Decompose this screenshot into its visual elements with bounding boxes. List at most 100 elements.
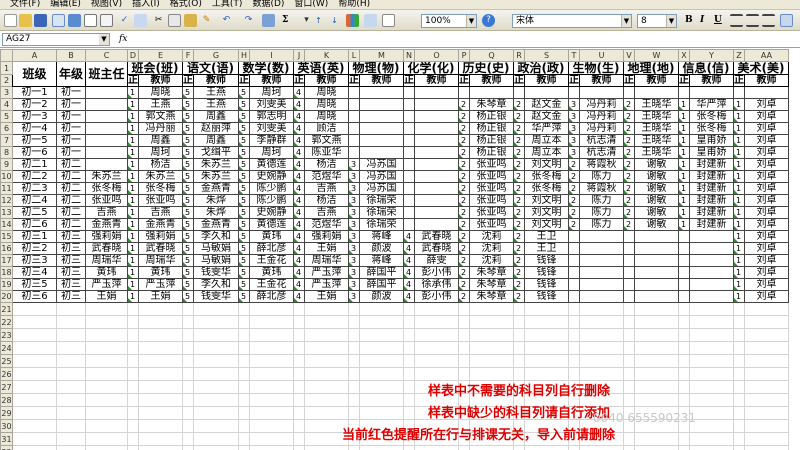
subject-header[interactable]: 历史(史): [458, 61, 514, 75]
sheet-cell[interactable]: 王卫: [524, 230, 569, 243]
sheet-cell[interactable]: 5: [238, 206, 250, 219]
sheet-cell[interactable]: [249, 419, 294, 433]
sheet-cell[interactable]: [689, 419, 734, 433]
sheet-cell[interactable]: [56, 419, 86, 433]
sheet-cell[interactable]: 刘卓: [744, 122, 789, 135]
menu-item[interactable]: 数据(D): [252, 0, 284, 9]
sheet-cell[interactable]: 1: [733, 254, 745, 267]
sheet-cell[interactable]: 范煜华: [304, 218, 349, 231]
sheet-cell[interactable]: 薛国平: [359, 278, 404, 291]
sheet-cell[interactable]: 3: [348, 170, 360, 183]
sheet-cell[interactable]: 封建新: [689, 158, 734, 171]
sheet-cell[interactable]: [623, 86, 635, 99]
sheet-cell[interactable]: 严玉萍: [304, 266, 349, 279]
sheet-cell[interactable]: 刘文明: [524, 218, 569, 231]
sheet-cell[interactable]: 封建新: [689, 194, 734, 207]
sheet-cell[interactable]: 初二2: [12, 170, 57, 183]
sheet-cell[interactable]: 周立本: [524, 134, 569, 147]
sheet-cell[interactable]: 陈少鹏: [249, 182, 294, 195]
sheet-cell[interactable]: 初二: [56, 194, 86, 207]
sheet-cell[interactable]: [469, 302, 514, 316]
sheet-cell[interactable]: [56, 302, 86, 316]
sheet-cell[interactable]: 刘卓: [744, 230, 789, 243]
sheet-cell[interactable]: [359, 328, 404, 342]
sheet-cell[interactable]: 周晓: [304, 86, 349, 99]
sheet-cell[interactable]: 初三: [56, 266, 86, 279]
sheet-cell[interactable]: [249, 328, 294, 342]
sheet-cell[interactable]: [127, 393, 139, 407]
sheet-cell[interactable]: [579, 419, 624, 433]
sheet-cell[interactable]: 朱苏兰: [85, 170, 128, 183]
column-header[interactable]: Y: [689, 49, 734, 62]
sheet-cell[interactable]: [458, 380, 470, 394]
sheet-cell[interactable]: [193, 432, 239, 446]
sheet-cell[interactable]: 赵丽萍: [193, 122, 239, 135]
sheet-cell[interactable]: [359, 98, 404, 111]
sheet-cell[interactable]: 5: [182, 122, 194, 135]
sheet-cell[interactable]: [348, 432, 360, 446]
sheet-cell[interactable]: [56, 432, 86, 446]
sheet-cell[interactable]: 颜波: [359, 290, 404, 303]
row-header[interactable]: 17: [0, 254, 13, 267]
sheet-cell[interactable]: 2: [513, 254, 525, 267]
sheet-cell[interactable]: 朱烨: [193, 206, 239, 219]
sheet-cell[interactable]: [403, 393, 415, 407]
sheet-cell[interactable]: 3: [348, 230, 360, 243]
sheet-cell[interactable]: 1: [733, 194, 745, 207]
sheet-cell[interactable]: 刘卓: [744, 98, 789, 111]
sheet-cell[interactable]: [678, 302, 690, 316]
sheet-cell[interactable]: [293, 393, 305, 407]
column-header[interactable]: U: [579, 49, 624, 62]
sheet-cell[interactable]: [403, 432, 415, 446]
sheet-cell[interactable]: [744, 354, 789, 368]
sheet-cell[interactable]: 刘文明: [524, 194, 569, 207]
sheet-cell[interactable]: 张亚鸣: [85, 194, 128, 207]
sheet-cell[interactable]: [733, 432, 745, 446]
sheet-cell[interactable]: [359, 419, 404, 433]
sheet-cell[interactable]: [414, 341, 459, 355]
sheet-cell[interactable]: 5: [238, 182, 250, 195]
sheet-cell[interactable]: 朱琴章: [469, 266, 514, 279]
sheet-cell[interactable]: [469, 380, 514, 394]
sheet-cell[interactable]: [634, 367, 679, 381]
sheet-cell[interactable]: [403, 122, 415, 135]
sheet-cell[interactable]: [182, 367, 194, 381]
sheet-cell[interactable]: 2: [568, 206, 580, 219]
sheet-cell[interactable]: [689, 354, 734, 368]
sheet-cell[interactable]: [238, 432, 250, 446]
header-cell[interactable]: 班级: [12, 61, 57, 87]
permission-icon[interactable]: [52, 14, 65, 27]
sheet-cell[interactable]: 5: [182, 194, 194, 207]
sheet-cell[interactable]: [138, 393, 183, 407]
column-header[interactable]: J: [293, 49, 305, 62]
sheet-cell[interactable]: 钱锋: [524, 266, 569, 279]
sheet-cell[interactable]: 4: [403, 278, 415, 291]
sheet-cell[interactable]: [403, 380, 415, 394]
sheet-cell[interactable]: 4: [293, 98, 305, 111]
sheet-cell[interactable]: [689, 432, 734, 446]
row-header[interactable]: 26: [0, 367, 13, 381]
sheet-cell[interactable]: [634, 315, 679, 329]
sheet-cell[interactable]: 3: [568, 98, 580, 111]
menu-item[interactable]: 编辑(E): [50, 0, 81, 9]
sheet-cell[interactable]: 1: [733, 266, 745, 279]
sheet-cell[interactable]: [85, 328, 128, 342]
sheet-cell[interactable]: [403, 341, 415, 355]
teacher-header[interactable]: 教师: [524, 74, 569, 87]
sheet-cell[interactable]: 刘文明: [524, 158, 569, 171]
sheet-cell[interactable]: 武春晓: [85, 242, 128, 255]
sheet-cell[interactable]: [182, 380, 194, 394]
sheet-cell[interactable]: 刘雯美: [249, 98, 294, 111]
sheet-cell[interactable]: 史婉静: [249, 206, 294, 219]
sheet-cell[interactable]: 5: [182, 206, 194, 219]
sheet-cell[interactable]: 2: [513, 98, 525, 111]
sheet-cell[interactable]: [524, 380, 569, 394]
sheet-cell[interactable]: [403, 194, 415, 207]
sessions-header[interactable]: 正: [127, 74, 139, 87]
sheet-cell[interactable]: [403, 170, 415, 183]
sheet-cell[interactable]: 3: [348, 290, 360, 303]
sheet-cell[interactable]: [348, 393, 360, 407]
sheet-cell[interactable]: [524, 406, 569, 420]
sheet-cell[interactable]: 2: [458, 158, 470, 171]
sheet-cell[interactable]: 初二: [56, 218, 86, 231]
